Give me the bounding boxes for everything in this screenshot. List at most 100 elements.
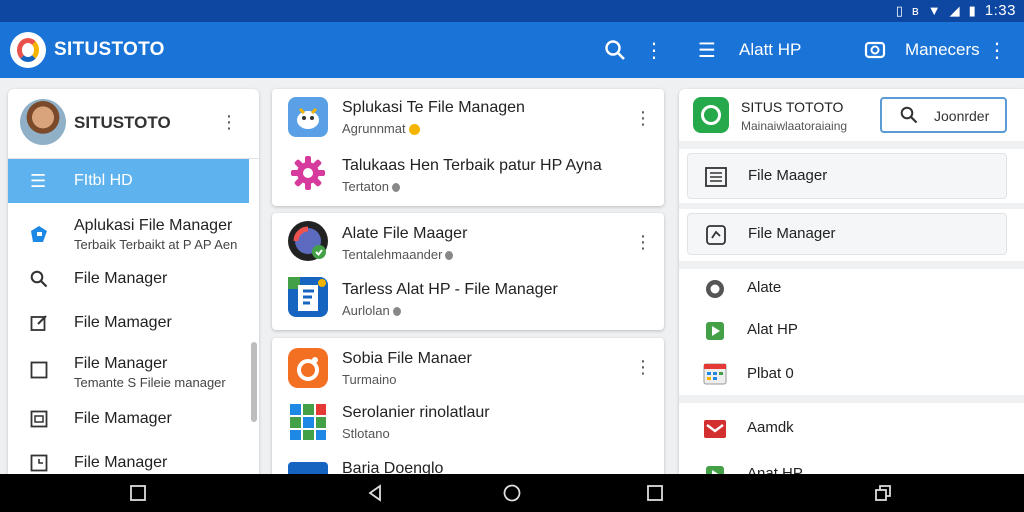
app-title: Serolanier rinolatlaur [342, 404, 490, 421]
list-item[interactable]: Plbat 0 [687, 353, 1007, 393]
wifi-icon: ▼ [927, 3, 941, 18]
bluetooth-icon: ʙ [911, 3, 919, 18]
app-title: Alate File Maager [342, 225, 468, 242]
list-item[interactable]: Aamdk [687, 409, 1007, 449]
app-title: Splukasi Te File Managen [342, 99, 525, 116]
avatar[interactable] [20, 99, 66, 145]
search-icon[interactable] [601, 36, 629, 64]
drawer-item-title: File Manager [74, 454, 168, 471]
account-label[interactable]: Manecers [905, 40, 980, 60]
drawer-item[interactable]: Aplukasi File Manager Terbaik Terbaikt a… [8, 211, 249, 259]
app-bar: SITUSTOTO ⋮ ☰ Alatt HP Manecers ⋮ [0, 22, 1024, 78]
app-list-item[interactable]: Alate File Maager Tentalehmaander ⋮ [272, 217, 664, 273]
drawer-item[interactable]: File Manager [8, 449, 249, 474]
search-button[interactable]: Joonrder [880, 97, 1007, 133]
app-subtitle: Aurlolan [342, 303, 401, 318]
status-icons: ▯ ʙ ▼ ◢ ▮ 1:33 [896, 2, 1016, 19]
calendar-icon [703, 361, 727, 385]
folder-tag-icon [28, 223, 50, 245]
app-title: SITUSTOTO [54, 39, 165, 60]
multi-window-icon[interactable] [874, 484, 892, 502]
divider [679, 203, 1024, 209]
app-list-item[interactable]: Sobia File Manaer Turmaino ⋮ [272, 342, 664, 398]
list-item[interactable]: Anat HP [687, 455, 1007, 474]
app-card: Splukasi Te File Managen Agrunnmat ⋮ Tal… [272, 89, 664, 206]
grid-app-icon [288, 402, 328, 442]
divider [679, 261, 1024, 269]
list-icon [704, 165, 728, 189]
list-item[interactable]: Alat HP [687, 311, 1007, 351]
app-list-item[interactable]: Serolanier rinolatlaur Stlotano [272, 398, 664, 454]
drawer-item-title: File Manager [74, 355, 168, 372]
app-list-item[interactable]: Talukaas Hen Terbaik patur HP Ayna Terta… [272, 149, 664, 205]
search-label: Joonrder [934, 108, 990, 124]
more-vert-icon[interactable]: ⋮ [634, 107, 652, 129]
account-icon[interactable] [862, 36, 890, 64]
bird-app-icon [288, 97, 328, 137]
drawer-item-subtitle: Temante S Fileie manager [74, 375, 226, 390]
doc-app-icon [288, 462, 328, 474]
recents-icon[interactable] [646, 484, 664, 502]
app-card: Alate File Maager Tentalehmaander ⋮ Tarl… [272, 213, 664, 330]
box-item-label: File Manager [748, 225, 836, 242]
app-subtitle: Tentalehmaander [342, 247, 454, 262]
vibrate-icon: ▯ [895, 2, 903, 18]
app-title: Talukaas Hen Terbaik patur HP Ayna [342, 157, 602, 174]
list-item[interactable]: Alate [687, 269, 1007, 309]
pin-icon [392, 307, 401, 317]
sync-icon [704, 223, 728, 247]
list-item-label: Alat HP [747, 321, 798, 338]
navigation-bar [0, 474, 1024, 512]
drawer-item-title: Aplukasi File Manager [74, 217, 233, 234]
gear-pink-icon [288, 153, 328, 193]
pin-icon [445, 251, 454, 261]
coin-icon [408, 124, 420, 136]
circle-icon [703, 277, 727, 301]
list-item-label: Plbat 0 [747, 365, 794, 382]
battery-icon: ▮ [968, 2, 976, 18]
signal-icon: ◢ [949, 2, 960, 18]
panel-subtitle: Mainaiwlaatoraiaing [741, 119, 848, 133]
app-list-item[interactable]: Tarless Alat HP - File Manager Aurlolan [272, 273, 664, 329]
list-box-item[interactable]: File Maager [687, 153, 1007, 199]
app-list-item[interactable]: Baria Doenglo [272, 454, 664, 477]
image-icon [28, 408, 50, 430]
search-icon [900, 106, 918, 129]
back-icon[interactable] [366, 484, 384, 502]
more-vert-icon[interactable]: ⋮ [634, 231, 652, 253]
app-title: Tarless Alat HP - File Manager [342, 281, 558, 298]
section-label[interactable]: Alatt HP [739, 40, 801, 60]
list-item-label: Alate [747, 279, 782, 296]
camera-app-icon [288, 221, 328, 261]
chat-app-icon [693, 97, 729, 133]
edit-icon [28, 312, 50, 334]
drawer-item-selected[interactable]: ☰ FItbl HD [8, 159, 249, 203]
square-icon[interactable] [129, 484, 147, 502]
more-vert-icon[interactable]: ⋮ [634, 356, 652, 378]
app-logo[interactable] [10, 32, 46, 68]
checkbox-icon [28, 359, 50, 381]
more-vert-icon[interactable]: ⋮ [640, 36, 668, 64]
overflow-icon[interactable]: ⋮ [983, 36, 1011, 64]
app-subtitle: Tertaton [342, 179, 400, 194]
list-box-item[interactable]: File Manager [687, 213, 1007, 255]
pin-icon [391, 183, 400, 193]
app-list-item[interactable]: Splukasi Te File Managen Agrunnmat ⋮ [272, 93, 664, 149]
files-app-icon [288, 277, 328, 317]
scrollbar[interactable] [251, 342, 257, 422]
divider [679, 395, 1024, 403]
drawer-item-subtitle: Terbaik Terbaikt at P AP Aen [74, 237, 238, 252]
drawer-item[interactable]: File Mamager [8, 405, 249, 445]
drawer-item[interactable]: File Manager Temante S Fileie manager [8, 351, 249, 397]
drawer-item-label: FItbl HD [74, 172, 133, 189]
app-subtitle: Agrunnmat [342, 121, 420, 136]
left-drawer: SITUSTOTO ⋮ ☰ FItbl HD Aplukasi File Man… [8, 89, 259, 474]
drawer-item[interactable]: File Mamager [8, 309, 249, 349]
home-icon[interactable] [503, 484, 521, 502]
menu-icon[interactable]: ☰ [693, 36, 721, 64]
drawer-item[interactable]: File Manager [8, 265, 249, 305]
play-icon [703, 463, 727, 474]
divider [679, 141, 1024, 149]
app-card: Sobia File Manaer Turmaino ⋮ Serolanier … [272, 338, 664, 478]
more-vert-icon[interactable]: ⋮ [220, 111, 238, 133]
